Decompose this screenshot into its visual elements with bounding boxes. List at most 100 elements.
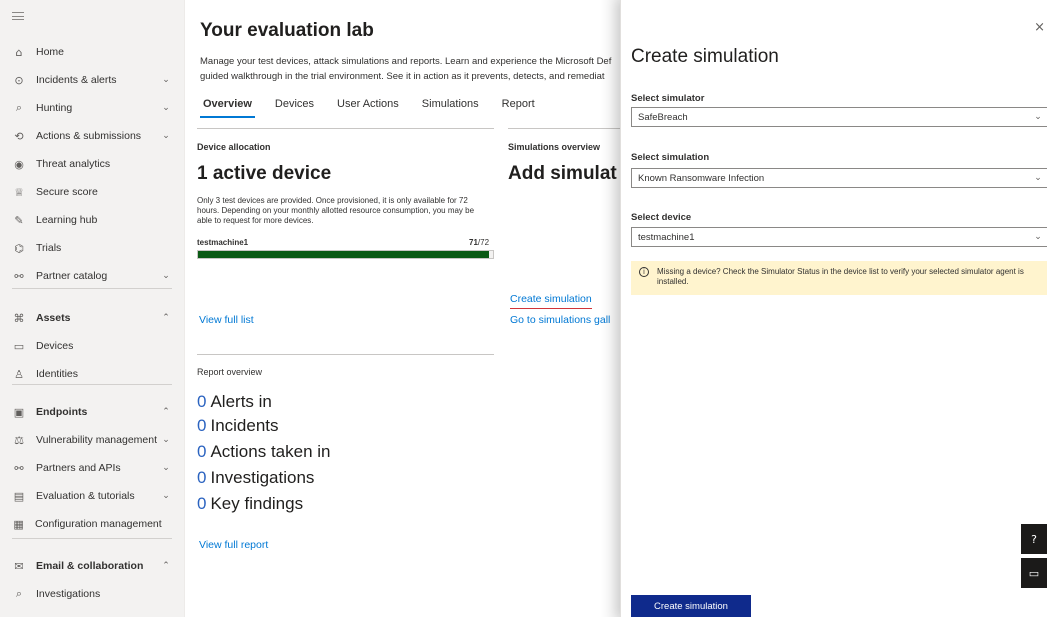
chevron-down-icon[interactable]: ⌄ — [161, 75, 171, 85]
learning-icon: ✎ — [14, 213, 24, 227]
go-to-simulations-gallery-link[interactable]: Go to simulations gall — [510, 314, 610, 326]
sidebar-item-home[interactable]: ⌂ Home — [0, 38, 184, 66]
chevron-up-icon[interactable]: ⌃ — [161, 313, 171, 323]
sidebar-item-label: Assets — [36, 312, 71, 324]
trophy-icon: ♕ — [14, 185, 24, 199]
sidebar-item-label: Evaluation & tutorials — [36, 490, 135, 502]
threat-analytics-icon: ◉ — [14, 157, 24, 171]
create-simulation-button[interactable]: Create simulation — [631, 595, 751, 617]
sidebar-item-threat-analytics[interactable]: ◉ Threat analytics — [0, 150, 184, 178]
hours-counter: 71/72 — [469, 238, 489, 247]
hunting-icon: ⌕ — [15, 101, 23, 114]
close-icon[interactable]: × — [1034, 20, 1045, 35]
hamburger-menu-icon[interactable] — [12, 12, 24, 20]
chevron-down-icon: ⌄ — [1034, 112, 1042, 122]
sidebar-item-email-collaboration[interactable]: ✉ Email & collaboration ⌃ — [0, 552, 184, 580]
report-incidents: 0 Incidents — [197, 416, 279, 436]
partners-api-icon: ⚯ — [14, 461, 24, 475]
shield-alert-icon: ⊙ — [14, 73, 24, 87]
view-full-list-link[interactable]: View full list — [199, 314, 254, 326]
chevron-down-icon[interactable]: ⌄ — [161, 491, 171, 501]
report-actions: 0 Actions taken in — [197, 442, 330, 462]
select-simulator-label: Select simulator — [631, 93, 705, 104]
sidebar-item-vulnerability-management[interactable]: ⚖ Vulnerability management ⌄ — [0, 426, 184, 454]
feedback-icon[interactable]: ▭ — [1021, 558, 1047, 588]
report-key-findings: 0 Key findings — [197, 494, 303, 514]
vulnerability-icon: ⚖ — [14, 433, 24, 447]
hours-used: 71 — [469, 238, 478, 247]
sidebar-item-label: Configuration management — [35, 518, 162, 530]
chevron-down-icon[interactable]: ⌄ — [161, 463, 171, 473]
sidebar-item-trials[interactable]: ⌬ Trials — [0, 234, 184, 262]
sidebar-item-label: Partner catalog — [36, 270, 108, 282]
simulations-overview-label: Simulations overview — [508, 142, 601, 152]
sidebar-item-assets[interactable]: ⌘ Assets ⌃ — [0, 304, 184, 332]
description-line: Manage your test devices, attack simulat… — [200, 56, 612, 67]
report-line-label: Alerts in — [210, 392, 272, 411]
note-line: able to request for more devices. — [197, 216, 314, 225]
divider — [197, 128, 494, 129]
note-line: hours. Depending on your monthly allotte… — [197, 206, 475, 215]
tab-simulations[interactable]: Simulations — [419, 96, 482, 118]
alerts-count: 0 — [197, 392, 207, 411]
tab-report[interactable]: Report — [499, 96, 538, 118]
sidebar-item-label: Threat analytics — [36, 158, 111, 170]
sidebar-item-devices[interactable]: ▭ Devices — [0, 332, 184, 360]
chevron-down-icon: ⌄ — [1034, 173, 1042, 183]
investigations-icon: ⌕ — [15, 587, 23, 600]
help-icon[interactable]: ? — [1021, 524, 1047, 554]
panel-title: Create simulation — [631, 46, 779, 67]
report-alerts: 0 Alerts in — [197, 392, 272, 412]
key-findings-count: 0 — [197, 494, 207, 513]
simulation-dropdown[interactable]: Known Ransomware Infection ⌄ — [631, 168, 1047, 188]
sidebar-item-investigations[interactable]: ⌕ Investigations — [0, 580, 184, 608]
warning-text: Missing a device? Check the Simulator St… — [657, 267, 1024, 287]
sidebar-item-endpoints[interactable]: ▣ Endpoints ⌃ — [0, 398, 184, 426]
simulator-dropdown[interactable]: SafeBreach ⌄ — [631, 107, 1047, 127]
partner-icon: ⚯ — [14, 269, 24, 283]
sidebar-item-configuration-management[interactable]: ▦ Configuration management — [0, 510, 184, 538]
devices-icon: ▭ — [13, 339, 25, 353]
sidebar-item-partners-and-apis[interactable]: ⚯ Partners and APIs ⌄ — [0, 454, 184, 482]
divider — [197, 354, 494, 355]
tab-overview[interactable]: Overview — [200, 96, 255, 118]
device-dropdown[interactable]: testmachine1 ⌄ — [631, 227, 1047, 247]
chevron-down-icon[interactable]: ⌄ — [161, 435, 171, 445]
description-line: guided walkthrough in the trial environm… — [200, 71, 605, 82]
sidebar-item-label: Endpoints — [36, 406, 88, 418]
sidebar-item-label: Email & collaboration — [36, 560, 144, 572]
chevron-down-icon[interactable]: ⌄ — [161, 131, 171, 141]
active-device-heading: 1 active device — [197, 163, 332, 184]
chevron-down-icon: ⌄ — [1034, 232, 1042, 242]
report-investigations: 0 Investigations — [197, 468, 314, 488]
page-description: Manage your test devices, attack simulat… — [200, 54, 625, 84]
tab-user-actions[interactable]: User Actions — [334, 96, 402, 118]
actions-count: 0 — [197, 442, 207, 461]
sidebar-item-actions-submissions[interactable]: ⟲ Actions & submissions ⌄ — [0, 122, 184, 150]
view-full-report-link[interactable]: View full report — [199, 539, 268, 551]
evaluation-icon: ▤ — [13, 489, 25, 503]
nav-divider — [12, 288, 172, 289]
sidebar-item-secure-score[interactable]: ♕ Secure score — [0, 178, 184, 206]
sidebar-item-incidents-alerts[interactable]: ⊙ Incidents & alerts ⌄ — [0, 66, 184, 94]
nav-divider — [12, 538, 172, 539]
page-title: Your evaluation lab — [200, 20, 374, 41]
chevron-up-icon[interactable]: ⌃ — [161, 561, 171, 571]
endpoints-icon: ▣ — [13, 405, 25, 419]
sidebar-item-evaluation-tutorials[interactable]: ▤ Evaluation & tutorials ⌄ — [0, 482, 184, 510]
chevron-up-icon[interactable]: ⌃ — [161, 407, 171, 417]
chevron-down-icon[interactable]: ⌄ — [161, 271, 171, 281]
sidebar-item-partner-catalog[interactable]: ⚯ Partner catalog ⌄ — [0, 262, 184, 290]
create-simulation-panel: × Create simulation Select simulator Saf… — [620, 0, 1047, 617]
device-usage-progress — [197, 250, 494, 259]
select-device-label: Select device — [631, 212, 692, 223]
assets-icon: ⌘ — [13, 311, 25, 325]
chevron-down-icon[interactable]: ⌄ — [161, 103, 171, 113]
device-name: testmachine1 — [197, 238, 249, 247]
tab-devices[interactable]: Devices — [272, 96, 317, 118]
sidebar-item-label: Home — [36, 46, 65, 58]
sidebar-item-hunting[interactable]: ⌕ Hunting ⌄ — [0, 94, 184, 122]
sidebar-item-learning-hub[interactable]: ✎ Learning hub — [0, 206, 184, 234]
create-simulation-link[interactable]: Create simulation — [510, 293, 592, 309]
warning-line: installed. — [657, 277, 689, 286]
